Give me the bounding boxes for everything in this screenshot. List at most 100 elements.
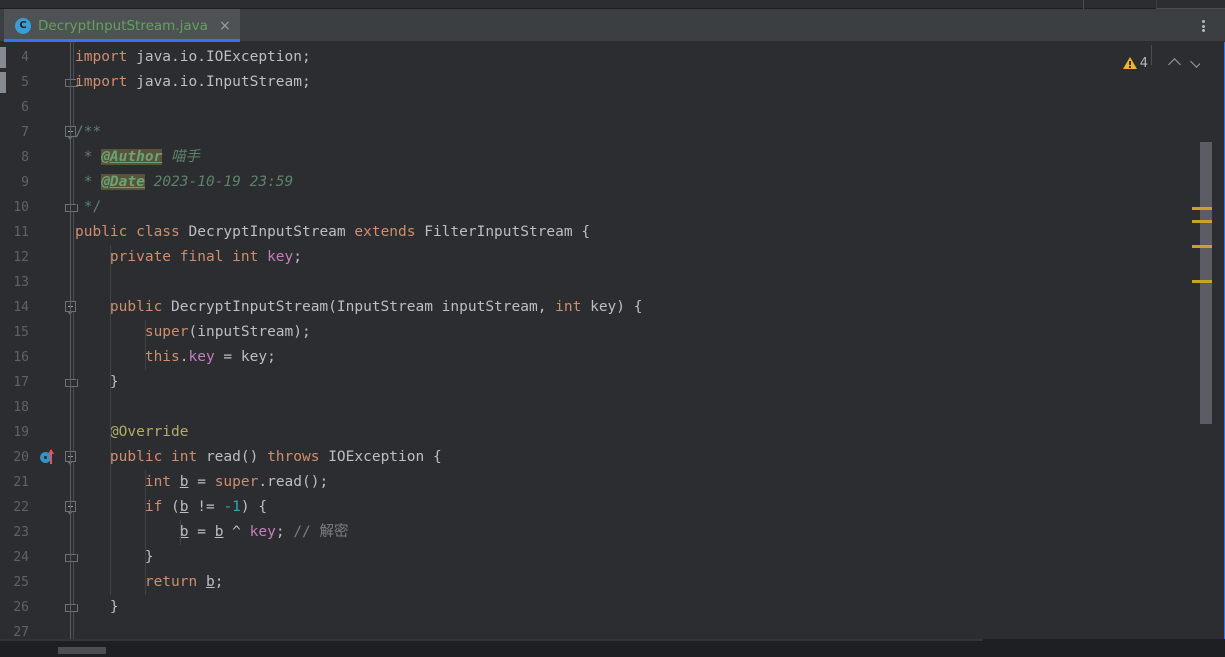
code-line[interactable]	[75, 395, 84, 420]
code-line[interactable]: */	[75, 195, 101, 220]
code-token: import	[75, 49, 137, 65]
kebab-dot	[1201, 20, 1205, 23]
code-line[interactable]	[75, 270, 84, 295]
gutter-row[interactable]: 11	[6, 220, 73, 245]
java-class-icon: C	[15, 17, 31, 34]
code-token: return	[144, 574, 206, 590]
gutter-row[interactable]: 13	[6, 270, 73, 295]
code-line[interactable]: }	[75, 370, 119, 395]
gutter-row[interactable]: 4	[6, 45, 73, 70]
code-token: InputStream	[336, 299, 442, 315]
code-token: 喵手	[162, 149, 201, 165]
close-icon[interactable]: ×	[218, 19, 232, 33]
code-editor[interactable]: 4 5 6 7 8 9 10 11 12 13 14 15 16 17 18 19 20 21 22 23 24 25 26…	[0, 42, 1225, 657]
error-stripe-marker[interactable]	[1192, 280, 1212, 283]
code-token: DecryptInputStream	[188, 224, 355, 240]
indent-guide	[145, 320, 146, 370]
gutter-row[interactable]: 22	[6, 495, 73, 520]
gutter-row[interactable]: 5	[6, 70, 73, 95]
code-token: (	[328, 299, 337, 315]
line-number: 23	[13, 525, 29, 540]
code-line[interactable]: b = b ^ key; // 解密	[75, 520, 349, 545]
gutter-row[interactable]: 15	[6, 320, 73, 345]
line-number: 10	[13, 200, 29, 215]
code-line[interactable]: @Override	[75, 420, 189, 445]
gutter-row[interactable]: 12	[6, 245, 73, 270]
gutter-row[interactable]: 14	[6, 295, 73, 320]
gutter-row[interactable]: 9	[6, 170, 73, 195]
editor-gutter[interactable]: 4 5 6 7 8 9 10 11 12 13 14 15 16 17 18 19 20 21 22 23 24 25 26…	[6, 42, 74, 640]
gutter-row[interactable]: 8	[6, 145, 73, 170]
code-line[interactable]: public int read() throws IOException {	[75, 445, 442, 470]
horizontal-scrollbar-thumb[interactable]	[58, 647, 106, 654]
code-line[interactable]: if (b != -1) {	[75, 495, 267, 520]
code-token: =	[188, 474, 215, 490]
code-token: = key;	[214, 349, 276, 365]
gutter-row[interactable]: 19	[6, 420, 73, 445]
indent-guide	[180, 520, 181, 545]
code-line[interactable]: this.key = key;	[75, 345, 276, 370]
indent-guide	[145, 470, 146, 595]
line-number: 18	[13, 400, 29, 415]
code-token: @Override	[109, 424, 189, 440]
gutter-row[interactable]: 23	[6, 520, 73, 545]
line-number: 14	[13, 300, 29, 315]
gutter-row[interactable]: 16	[6, 345, 73, 370]
line-number: 13	[13, 275, 29, 290]
gutter-row[interactable]: 17	[6, 370, 73, 395]
code-line[interactable]: }	[75, 545, 154, 570]
code-token: @Author	[101, 149, 163, 165]
prev-highlight-icon[interactable]	[1166, 54, 1184, 72]
code-token: IOException	[328, 449, 433, 465]
code-token: *	[75, 149, 102, 165]
code-line[interactable]: return b;	[75, 570, 224, 595]
gutter-row[interactable]: 26	[6, 595, 73, 620]
error-stripe-marker[interactable]	[1192, 245, 1212, 248]
error-stripe-marker[interactable]	[1192, 220, 1212, 223]
code-line[interactable]: import java.io.IOException;	[75, 45, 311, 70]
code-line[interactable]: }	[75, 595, 119, 620]
gutter-row[interactable]: 10	[6, 195, 73, 220]
code-line[interactable]: * @Date 2023-10-19 23:59	[75, 170, 293, 195]
gutter-row[interactable]: 6	[6, 95, 73, 120]
inspection-widget[interactable]: 4	[1122, 52, 1206, 74]
horizontal-scrollbar-area[interactable]	[0, 639, 1225, 657]
gutter-row[interactable]: 25	[6, 570, 73, 595]
code-token: *	[75, 174, 102, 190]
code-token: extends	[354, 224, 425, 240]
gutter-row[interactable]: 21	[6, 470, 73, 495]
code-token: 2023-10-19 23:59	[144, 174, 294, 190]
code-line[interactable]: int b = super.read();	[75, 470, 328, 495]
code-token: !=	[188, 499, 224, 515]
error-stripe-marker[interactable]	[1192, 207, 1212, 210]
line-number: 16	[13, 350, 29, 365]
inspection-widget-divider	[1151, 45, 1152, 65]
gutter-row[interactable]: 7	[6, 120, 73, 145]
code-token: int	[555, 299, 591, 315]
gutter-row[interactable]: 24	[6, 545, 73, 570]
line-number: 21	[13, 475, 29, 490]
code-line[interactable]: /**	[75, 120, 101, 145]
code-line[interactable]	[75, 95, 84, 120]
code-line[interactable]: public DecryptInputStream(InputStream in…	[75, 295, 643, 320]
code-line[interactable]: public class DecryptInputStream extends …	[75, 220, 590, 245]
editor-code-area[interactable]: import java.io.IOException; import java.i…	[65, 42, 1225, 639]
overriding-method-icon[interactable]	[40, 449, 57, 465]
code-token: ) {	[616, 299, 643, 315]
gutter-row[interactable]: 18	[6, 395, 73, 420]
editor-tab-decryptinputstream[interactable]: C DecryptInputStream.java ×	[4, 9, 240, 42]
more-options-icon[interactable]	[1195, 18, 1211, 34]
code-token: }	[75, 374, 119, 390]
code-line[interactable]: * @Author 喵手	[75, 145, 200, 170]
code-token: .	[179, 349, 189, 365]
gutter-row[interactable]: 20	[6, 445, 73, 470]
code-token: ;	[275, 524, 294, 540]
code-line[interactable]: import java.io.InputStream;	[75, 70, 311, 95]
code-token: this	[144, 349, 180, 365]
line-number: 11	[13, 225, 29, 240]
vertical-scrollbar-thumb[interactable]	[1200, 142, 1212, 424]
code-token: if	[144, 499, 172, 515]
